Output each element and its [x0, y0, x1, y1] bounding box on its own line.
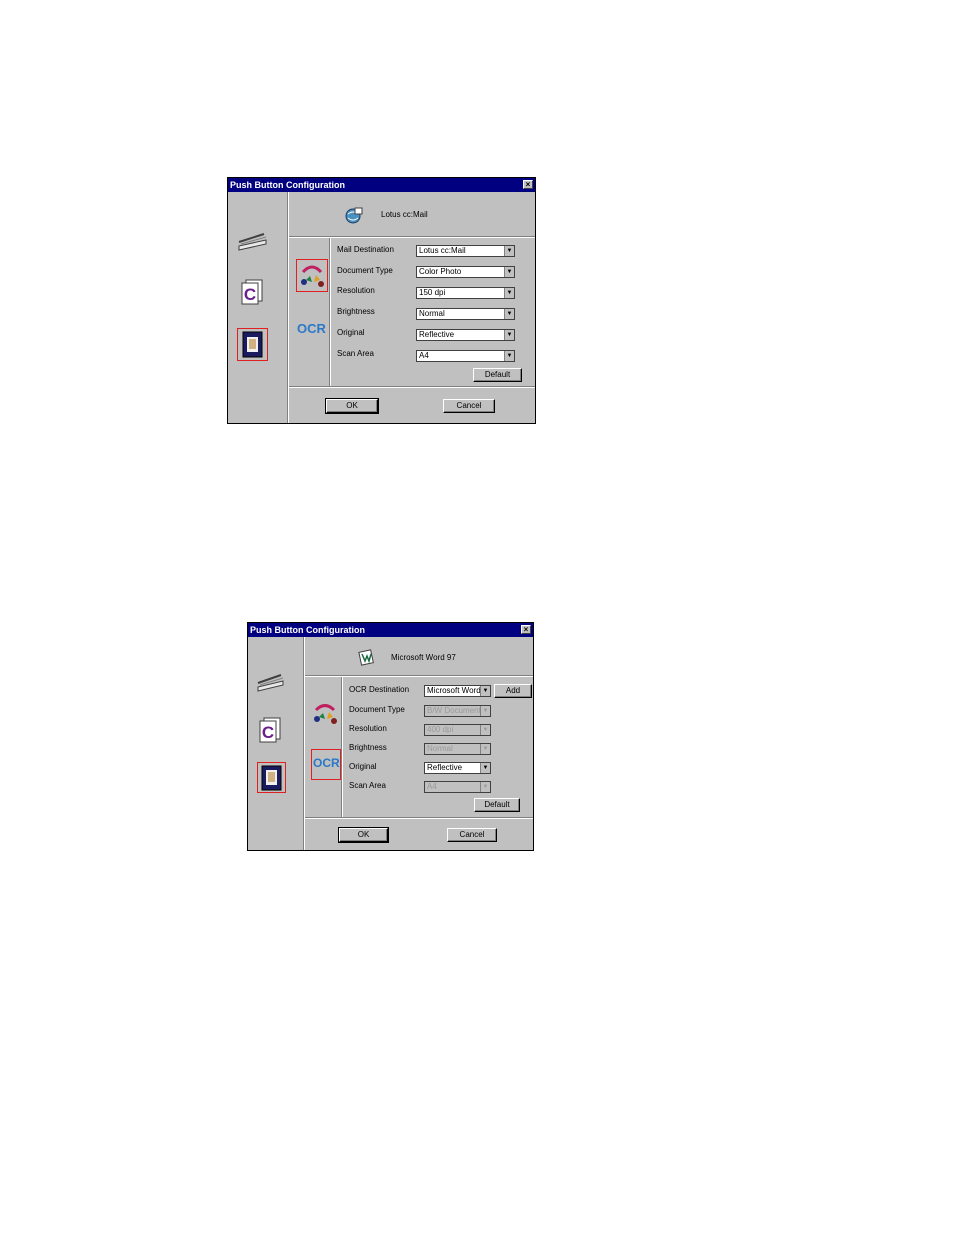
- original-value: Reflective: [427, 763, 463, 772]
- brightness-value: Normal: [419, 309, 445, 318]
- push-button-config-dialog-ocr: Push Button Configuration × C Microsoft …: [247, 622, 534, 851]
- chevron-down-icon[interactable]: ▼: [504, 330, 514, 340]
- scan-area-label: Scan Area: [337, 349, 374, 358]
- brightness-select[interactable]: Normal ▼: [424, 743, 491, 755]
- brightness-select[interactable]: Normal ▼: [416, 308, 515, 320]
- chevron-down-icon[interactable]: ▼: [480, 782, 490, 792]
- ocr-destination-select[interactable]: Microsoft Word 9 ▼: [424, 685, 491, 697]
- resolution-label: Resolution: [349, 724, 387, 733]
- document-type-label: Document Type: [337, 266, 393, 275]
- ok-button[interactable]: OK: [338, 827, 389, 843]
- scanner-button[interactable]: [236, 228, 270, 252]
- scan-to-mail-button[interactable]: [311, 699, 339, 727]
- globe-mail-icon: [345, 207, 363, 224]
- scanner-button[interactable]: [255, 669, 287, 693]
- original-label: Original: [337, 328, 365, 337]
- chevron-down-icon[interactable]: ▼: [504, 267, 514, 277]
- resolution-select[interactable]: 150 dpi ▼: [416, 287, 515, 299]
- chevron-down-icon[interactable]: ▼: [480, 725, 490, 735]
- left-panel-divider: [287, 192, 289, 423]
- scanner-icon: [238, 233, 267, 251]
- copy-icon: C: [259, 717, 281, 743]
- document-type-label: Document Type: [349, 705, 405, 714]
- chevron-down-icon[interactable]: ▼: [480, 744, 490, 754]
- mid-panel-divider: [341, 677, 343, 817]
- chevron-down-icon[interactable]: ▼: [504, 246, 514, 256]
- chevron-down-icon[interactable]: ▼: [504, 288, 514, 298]
- paint-palette-icon: [314, 704, 337, 724]
- chevron-down-icon[interactable]: ▼: [480, 686, 490, 696]
- scan-to-mail-button[interactable]: [296, 259, 328, 292]
- dialog-title: Push Button Configuration: [250, 625, 365, 635]
- dialog-title: Push Button Configuration: [230, 180, 345, 190]
- footer-divider: [305, 817, 533, 819]
- scan-area-value: A4: [427, 782, 437, 791]
- push-button-config-dialog-mail: Push Button Configuration × C Lotus cc:M…: [227, 177, 536, 424]
- scanner-icon: [257, 674, 284, 692]
- mail-destination-value: Lotus cc:Mail: [419, 246, 466, 255]
- mail-destination-label: Mail Destination: [337, 245, 394, 254]
- default-button[interactable]: Default: [473, 368, 522, 382]
- footer-divider: [289, 386, 535, 388]
- document-type-value: B/W Document: [427, 706, 481, 715]
- dialog-title-bar[interactable]: Push Button Configuration ×: [228, 178, 535, 192]
- copy-button[interactable]: C: [258, 716, 284, 744]
- scan-to-app-button[interactable]: [257, 762, 286, 793]
- header-divider: [305, 675, 533, 677]
- chevron-down-icon[interactable]: ▼: [504, 351, 514, 361]
- original-select[interactable]: Reflective ▼: [416, 329, 515, 341]
- scan-area-value: A4: [419, 351, 429, 360]
- scan-area-select[interactable]: A4 ▼: [416, 350, 515, 362]
- ocr-button[interactable]: OCR: [311, 749, 341, 780]
- app-name: Lotus cc:Mail: [381, 210, 428, 219]
- cancel-button[interactable]: Cancel: [447, 828, 497, 842]
- ocr-label: OCR: [313, 756, 340, 770]
- document-type-select[interactable]: B/W Document ▼: [424, 705, 491, 717]
- ok-button[interactable]: OK: [325, 398, 379, 414]
- copy-button[interactable]: C: [240, 278, 266, 306]
- resolution-value: 150 dpi: [419, 288, 446, 297]
- default-button[interactable]: Default: [474, 798, 520, 812]
- resolution-select[interactable]: 400 dpi ▼: [424, 724, 491, 736]
- scan-document-icon: [242, 331, 263, 358]
- ocr-destination-label: OCR Destination: [349, 685, 410, 694]
- mid-panel-divider: [329, 238, 331, 386]
- add-button[interactable]: Add: [494, 684, 532, 698]
- chevron-down-icon[interactable]: ▼: [480, 706, 490, 716]
- dialog-title-bar[interactable]: Push Button Configuration ×: [248, 623, 533, 637]
- cancel-button[interactable]: Cancel: [443, 399, 495, 413]
- paint-palette-icon: [301, 265, 324, 287]
- mail-destination-select[interactable]: Lotus cc:Mail ▼: [416, 245, 515, 257]
- resolution-value: 400 dpi: [427, 725, 454, 734]
- scan-document-icon: [261, 765, 282, 791]
- brightness-value: Normal: [427, 744, 453, 753]
- ocr-destination-value: Microsoft Word 9: [427, 686, 488, 695]
- scan-area-select[interactable]: A4 ▼: [424, 781, 491, 793]
- document-type-value: Color Photo: [419, 267, 462, 276]
- brightness-label: Brightness: [349, 743, 387, 752]
- copy-icon: C: [241, 279, 263, 305]
- brightness-label: Brightness: [337, 307, 375, 316]
- original-label: Original: [349, 762, 377, 771]
- word-doc-icon: [358, 649, 374, 666]
- original-value: Reflective: [419, 330, 455, 339]
- ocr-label[interactable]: OCR: [297, 321, 326, 336]
- resolution-label: Resolution: [337, 286, 375, 295]
- app-name: Microsoft Word 97: [391, 653, 456, 662]
- document-type-select[interactable]: Color Photo ▼: [416, 266, 515, 278]
- chevron-down-icon[interactable]: ▼: [480, 763, 490, 773]
- scan-area-label: Scan Area: [349, 781, 386, 790]
- header-divider: [289, 236, 535, 238]
- close-icon[interactable]: ×: [521, 625, 531, 634]
- original-select[interactable]: Reflective ▼: [424, 762, 491, 774]
- svg-text:C: C: [244, 285, 256, 304]
- close-icon[interactable]: ×: [523, 180, 533, 189]
- svg-text:C: C: [262, 723, 274, 742]
- scan-to-app-button[interactable]: [237, 328, 268, 361]
- chevron-down-icon[interactable]: ▼: [504, 309, 514, 319]
